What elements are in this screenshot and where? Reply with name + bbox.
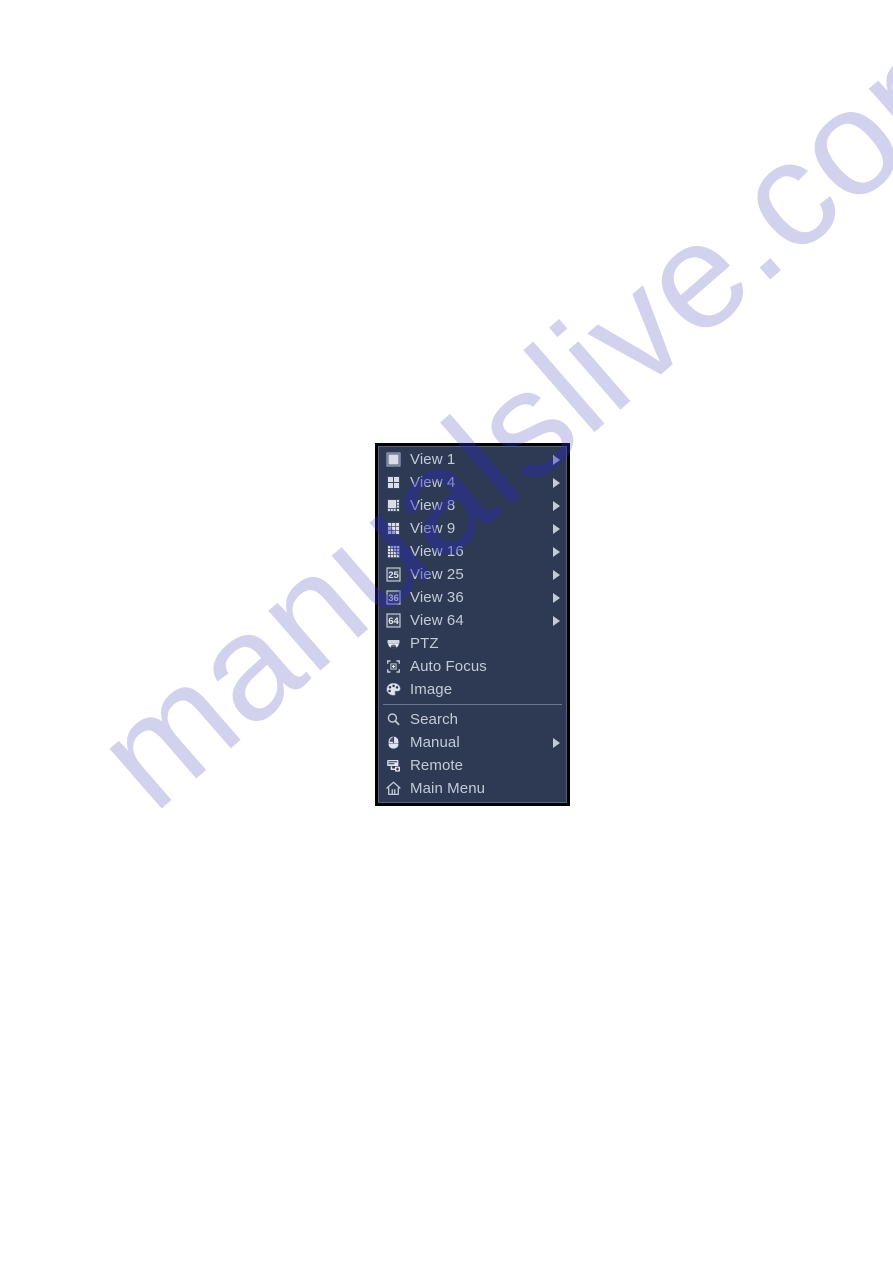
view-16-icon: [385, 543, 402, 560]
menu-item-label: Image: [410, 681, 453, 698]
preview-right-click-menu[interactable]: View 1 View 4 View 8 View 9 View 16 25 V…: [375, 443, 570, 806]
view-36-badge-number: 36: [388, 593, 399, 604]
view-8-icon: [385, 497, 402, 514]
view-64-badge-number: 64: [388, 616, 399, 627]
mouse-icon: [385, 734, 402, 751]
view-4-icon: [385, 474, 402, 491]
submenu-arrow-icon: [553, 737, 560, 748]
menu-item-view-8[interactable]: View 8: [378, 494, 567, 517]
menu-item-label: Manual: [410, 734, 460, 751]
auto-focus-icon: [385, 658, 402, 675]
submenu-arrow-icon: [553, 454, 560, 465]
ptz-camera-icon: [385, 635, 402, 652]
menu-item-view-16[interactable]: View 16: [378, 540, 567, 563]
menu-item-label: View 64: [410, 612, 464, 629]
home-house-icon: [385, 780, 402, 797]
menu-separator: [383, 704, 562, 705]
menu-item-label: View 8: [410, 497, 456, 514]
view-1-icon: [385, 451, 402, 468]
menu-item-ptz[interactable]: PTZ: [378, 632, 567, 655]
menu-item-label: View 36: [410, 589, 464, 606]
submenu-arrow-icon: [553, 546, 560, 557]
view-25-icon: 25: [385, 566, 402, 583]
menu-item-view-9[interactable]: View 9: [378, 517, 567, 540]
menu-item-label: Remote: [410, 757, 464, 774]
menu-item-manual[interactable]: Manual: [378, 731, 567, 754]
menu-item-label: View 16: [410, 543, 464, 560]
menu-item-label: PTZ: [410, 635, 439, 652]
menu-item-label: Search: [410, 711, 459, 728]
submenu-arrow-icon: [553, 592, 560, 603]
submenu-arrow-icon: [553, 500, 560, 511]
view-36-icon: 36: [385, 589, 402, 606]
menu-item-view-36[interactable]: 36 View 36: [378, 586, 567, 609]
menu-item-remote[interactable]: Remote: [378, 754, 567, 777]
menu-item-view-1[interactable]: View 1: [378, 448, 567, 471]
submenu-arrow-icon: [553, 477, 560, 488]
menu-item-label: View 4: [410, 474, 456, 491]
menu-item-label: Auto Focus: [410, 658, 487, 675]
menu-item-view-4[interactable]: View 4: [378, 471, 567, 494]
menu-item-image[interactable]: Image: [378, 678, 567, 701]
view-64-icon: 64: [385, 612, 402, 629]
palette-icon: [385, 681, 402, 698]
menu-item-label: View 25: [410, 566, 464, 583]
search-magnifier-icon: [385, 711, 402, 728]
view-9-icon: [385, 520, 402, 537]
menu-list: View 1 View 4 View 8 View 9 View 16 25 V…: [378, 446, 567, 800]
menu-item-label: View 9: [410, 520, 456, 537]
view-25-badge-number: 25: [388, 570, 399, 581]
menu-item-auto-focus[interactable]: Auto Focus: [378, 655, 567, 678]
menu-item-view-25[interactable]: 25 View 25: [378, 563, 567, 586]
submenu-arrow-icon: [553, 523, 560, 534]
menu-item-label: View 1: [410, 451, 456, 468]
remote-device-icon: [385, 757, 402, 774]
submenu-arrow-icon: [553, 569, 560, 580]
menu-item-label: Main Menu: [410, 780, 486, 797]
menu-item-main-menu[interactable]: Main Menu: [378, 777, 567, 800]
submenu-arrow-icon: [553, 615, 560, 626]
menu-item-view-64[interactable]: 64 View 64: [378, 609, 567, 632]
menu-item-search[interactable]: Search: [378, 708, 567, 731]
